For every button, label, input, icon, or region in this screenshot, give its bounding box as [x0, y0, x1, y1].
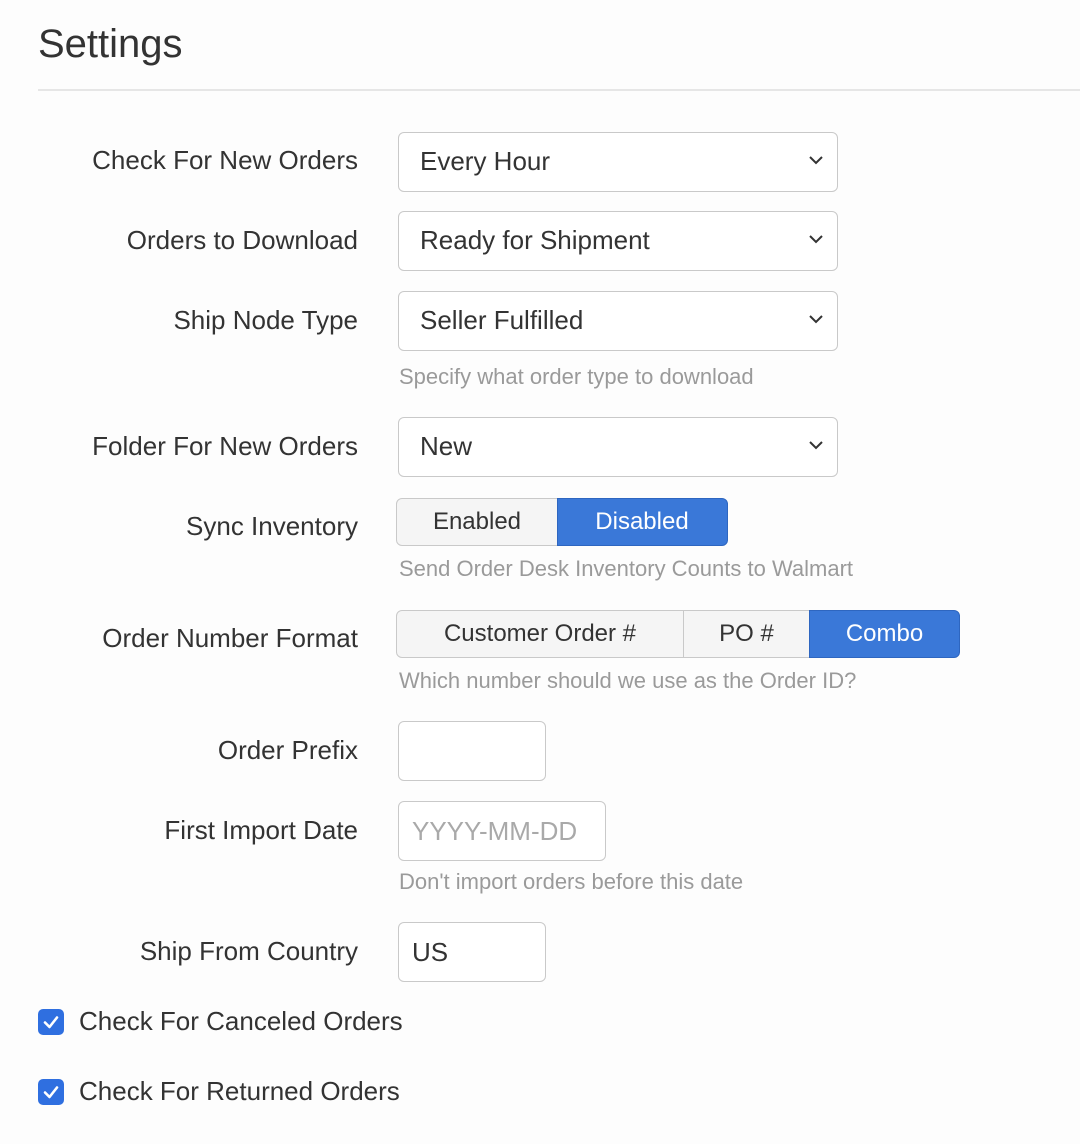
- checkmark-icon: [43, 1015, 59, 1028]
- page-title: Settings: [38, 22, 183, 66]
- ship-node-type-value: Seller Fulfilled: [420, 305, 584, 335]
- first-import-date-input[interactable]: [398, 801, 606, 861]
- ship-node-type-label: Ship Node Type: [173, 305, 358, 335]
- ship-node-type-help: Specify what order type to download: [399, 364, 754, 389]
- chevron-down-icon: [809, 235, 823, 244]
- check-canceled-orders-label: Check For Canceled Orders: [79, 1006, 403, 1036]
- sync-inventory-enabled-button[interactable]: Enabled: [396, 498, 558, 546]
- check-new-orders-value: Every Hour: [420, 146, 551, 176]
- chevron-down-icon: [809, 441, 823, 450]
- check-returned-orders-label: Check For Returned Orders: [79, 1076, 400, 1106]
- check-returned-orders-row[interactable]: Check For Returned Orders: [38, 1076, 400, 1107]
- orders-to-download-value: Ready for Shipment: [420, 225, 650, 255]
- order-number-format-label: Order Number Format: [102, 623, 358, 653]
- order-number-format-help: Which number should we use as the Order …: [399, 668, 857, 693]
- sync-inventory-disabled-button[interactable]: Disabled: [556, 498, 728, 546]
- chevron-down-icon: [809, 315, 823, 324]
- sync-inventory-label: Sync Inventory: [186, 511, 358, 541]
- po-number-button[interactable]: PO #: [682, 610, 811, 658]
- chevron-down-icon: [809, 156, 823, 165]
- sync-inventory-help: Send Order Desk Inventory Counts to Walm…: [399, 556, 854, 581]
- ship-node-type-select[interactable]: Seller Fulfilled: [398, 291, 838, 351]
- sync-inventory-toggle: Enabled Disabled: [396, 498, 728, 546]
- customer-order-number-button[interactable]: Customer Order #: [396, 610, 684, 658]
- check-canceled-orders-row[interactable]: Check For Canceled Orders: [38, 1006, 403, 1037]
- first-import-date-help: Don't import orders before this date: [399, 869, 744, 894]
- ship-from-country-label: Ship From Country: [139, 936, 358, 966]
- order-prefix-input[interactable]: [398, 721, 546, 781]
- combo-button[interactable]: Combo: [809, 610, 960, 658]
- checkmark-icon: [43, 1085, 59, 1098]
- order-prefix-label: Order Prefix: [217, 735, 358, 765]
- folder-new-orders-label: Folder For New Orders: [92, 431, 358, 461]
- title-divider: [38, 89, 1080, 91]
- folder-new-orders-select[interactable]: New: [398, 417, 838, 477]
- check-new-orders-label: Check For New Orders: [92, 145, 358, 175]
- orders-to-download-label: Orders to Download: [126, 225, 358, 255]
- folder-new-orders-value: New: [420, 431, 473, 461]
- orders-to-download-select[interactable]: Ready for Shipment: [398, 211, 838, 271]
- check-canceled-orders-checkbox[interactable]: [38, 1008, 64, 1035]
- order-number-format-toggle: Customer Order # PO # Combo: [396, 610, 960, 658]
- ship-from-country-input[interactable]: [398, 922, 546, 982]
- check-new-orders-select[interactable]: Every Hour: [398, 132, 838, 192]
- check-returned-orders-checkbox[interactable]: [38, 1078, 64, 1105]
- first-import-date-label: First Import Date: [164, 815, 358, 845]
